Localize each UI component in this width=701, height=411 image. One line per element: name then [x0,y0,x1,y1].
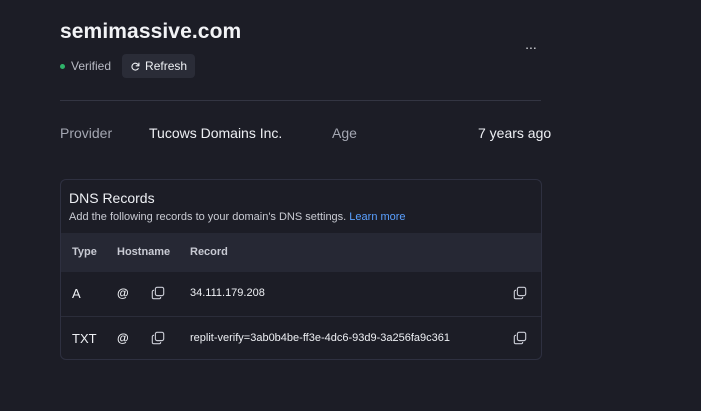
status-row: Verified Refresh [60,54,196,78]
dns-records-description: Add the following records to your domain… [69,211,406,223]
column-header-record: Record [190,246,228,258]
status-badge: Verified [71,59,112,73]
copy-record-icon[interactable] [513,331,527,345]
record-value: replit-verify=3ab0b4be-ff3e-4dc6-93d9-3a… [190,332,451,344]
refresh-button[interactable]: Refresh [122,54,196,78]
learn-more-link[interactable]: Learn more [349,211,405,223]
dns-records-title: DNS Records [69,190,155,206]
page-title: semimassive.com [60,20,242,43]
column-header-type: Type [72,246,97,258]
verified-dot-icon [60,63,65,69]
provider-value: Tucows Domains Inc. [149,125,283,141]
record-value: 34.111.179.208 [190,287,265,299]
dns-records-instructions: Add the following records to your domain… [69,211,347,223]
dns-records-card: DNS Records Add the following records to… [60,179,542,360]
provider-label: Provider [60,125,113,141]
record-type: TXT [72,331,97,346]
divider [60,100,541,101]
table-row: TXT @ replit-verify=3ab0b4be-ff3e-4dc6-9… [61,317,541,359]
table-header: Type Hostname Record [61,233,541,272]
copy-hostname-icon[interactable] [151,331,165,345]
table-row: A @ 34.111.179.208 [61,272,541,317]
domain-details-page: semimassive.com ... Verified Refresh Pro… [0,0,701,411]
record-hostname: @ [117,286,129,300]
column-header-hostname: Hostname [117,246,171,258]
copy-record-icon[interactable] [513,286,527,300]
age-label: Age [332,125,357,141]
record-hostname: @ [117,331,129,345]
age-value: 7 years ago [478,125,552,141]
copy-hostname-icon[interactable] [151,286,165,300]
refresh-icon [131,62,140,71]
refresh-label: Refresh [145,59,188,73]
record-type: A [72,286,81,301]
more-options-button[interactable]: ... [520,36,542,56]
